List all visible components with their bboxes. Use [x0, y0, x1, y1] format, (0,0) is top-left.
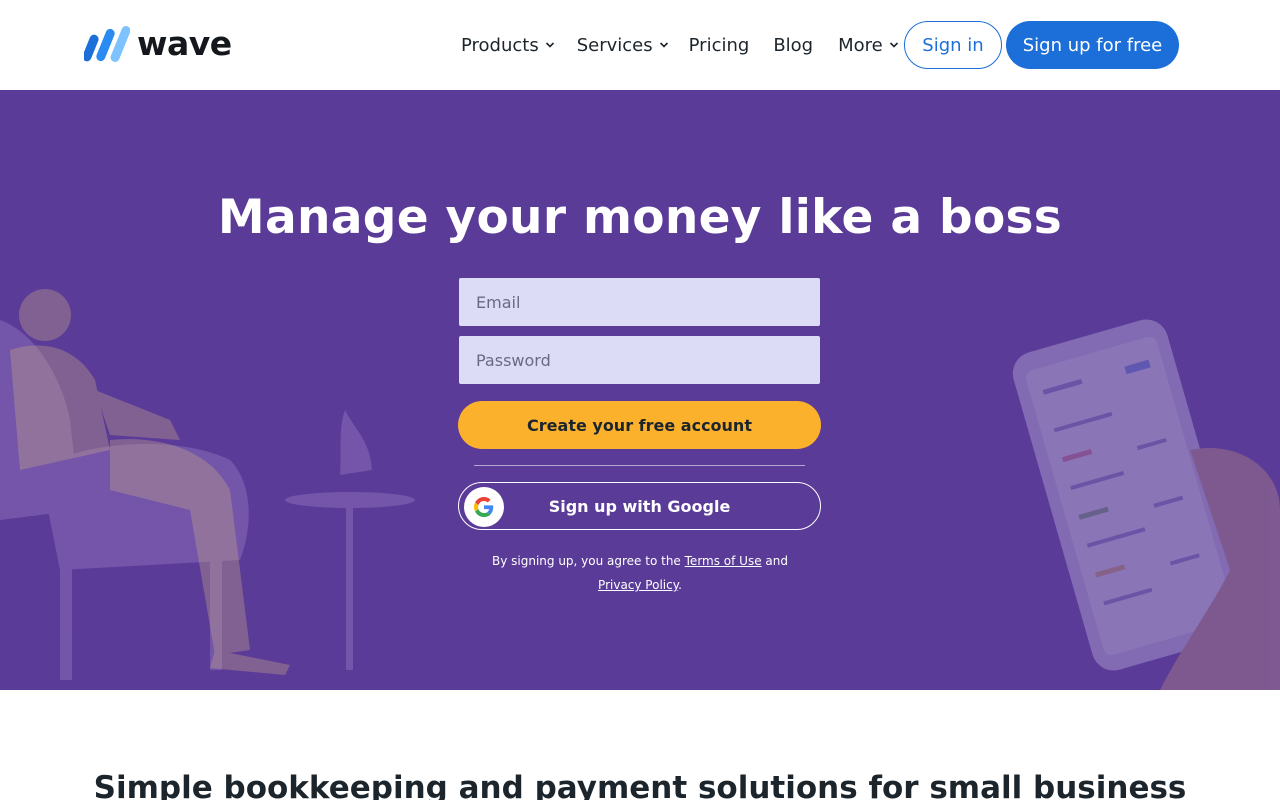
password-input[interactable]	[459, 336, 820, 384]
hero-section: Manage your money like a boss Create you…	[0, 90, 1280, 690]
legal-suffix: .	[678, 578, 682, 592]
chevron-down-icon	[545, 42, 554, 48]
chevron-down-icon	[659, 42, 668, 48]
google-signup-label: Sign up with Google	[548, 496, 731, 516]
hero-background-phone-image	[1012, 319, 1280, 690]
logo-wordmark: wave	[137, 24, 232, 63]
terms-of-use-link[interactable]: Terms of Use	[685, 554, 762, 568]
sign-up-button[interactable]: Sign up for free	[1006, 21, 1179, 69]
sign-in-button[interactable]: Sign in	[904, 21, 1002, 69]
nav-item-pricing[interactable]: Pricing	[689, 26, 750, 64]
wave-logo[interactable]: wave	[84, 24, 232, 64]
hero-background-person-image	[0, 289, 415, 680]
legal-text: By signing up, you agree to the Terms of…	[440, 549, 840, 597]
nav-item-products[interactable]: Products	[461, 26, 555, 64]
nav-item-services[interactable]: Services	[577, 26, 669, 64]
site-header: wave Products Services Pricing Blog More…	[0, 0, 1280, 90]
main-nav: Products Services Pricing Blog More	[461, 26, 899, 64]
nav-item-label: Services	[576, 34, 653, 56]
divider	[474, 465, 805, 466]
nav-item-label: More	[838, 34, 883, 56]
legal-and: and	[765, 554, 788, 568]
hero-title: Manage your money like a boss	[217, 190, 1063, 245]
nav-item-blog[interactable]: Blog	[773, 26, 813, 64]
wave-logo-icon	[84, 26, 130, 62]
google-badge	[464, 487, 504, 527]
nav-item-more[interactable]: More	[838, 26, 899, 64]
nav-item-label: Blog	[773, 34, 814, 56]
create-account-button[interactable]: Create your free account	[458, 401, 821, 449]
section-title: Simple bookkeeping and payment solutions…	[93, 770, 1187, 800]
legal-prefix: By signing up, you agree to the	[491, 554, 681, 568]
google-g-icon	[474, 497, 494, 517]
nav-item-label: Products	[461, 34, 539, 56]
nav-item-label: Pricing	[688, 34, 750, 56]
chevron-down-icon	[889, 42, 898, 48]
google-signup-button[interactable]: Sign up with Google	[458, 482, 821, 530]
privacy-policy-link[interactable]: Privacy Policy	[598, 578, 678, 592]
email-input[interactable]	[459, 278, 820, 326]
